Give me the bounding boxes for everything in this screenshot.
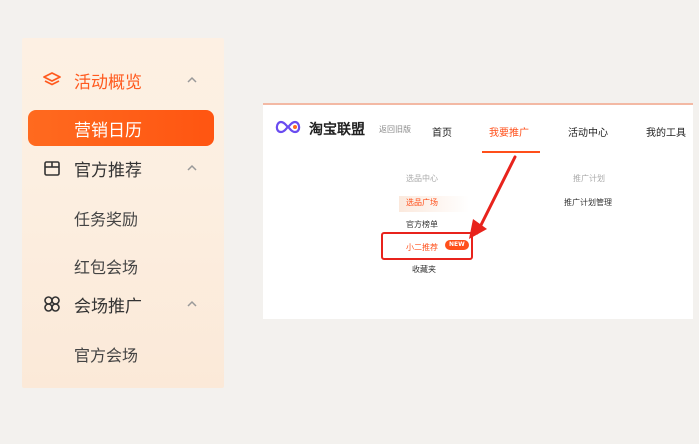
infinity-logo-icon (275, 120, 301, 134)
dropdown-column-title: 推广计划 (573, 174, 605, 183)
alimama-screenshot-panel: 淘宝联盟 返回旧版 首页 我要推广 活动中心 我的工具 选品中心 选品广场 官方… (263, 103, 693, 319)
return-old-version-link[interactable]: 返回旧版 (379, 124, 411, 135)
sidebar-group-label: 会场推广 (74, 296, 142, 317)
dropdown-item-plan-management[interactable]: 推广计划管理 (564, 197, 612, 208)
sidebar-item-marketing-calendar[interactable]: 营销日历 (28, 110, 214, 146)
top-navigation-bar: 淘宝联盟 返回旧版 首页 我要推广 活动中心 我的工具 (263, 105, 693, 155)
sidebar-item-red-packet-venue[interactable]: 红包会场 (74, 254, 138, 278)
nav-home[interactable]: 首页 (432, 124, 452, 139)
brand-name: 淘宝联盟 (309, 122, 365, 138)
dropdown-item-favorites[interactable]: 收藏夹 (412, 264, 436, 275)
sidebar-menu: 活动概览 营销日历 官方推荐 任务奖励 红包会场 会场推广 官方会场 (22, 38, 224, 388)
layers-icon (43, 72, 61, 86)
gift-box-icon (44, 161, 60, 176)
chevron-up-icon[interactable] (186, 74, 198, 86)
chevron-up-icon[interactable] (186, 162, 198, 174)
sidebar-item-task-reward[interactable]: 任务奖励 (74, 206, 138, 230)
sidebar-group-venue-promotion[interactable]: 会场推广 (22, 284, 224, 324)
sidebar-item-official-venue[interactable]: 官方会场 (74, 342, 138, 366)
annotation-arrow-icon (469, 155, 517, 239)
sidebar-item-label: 营销日历 (74, 120, 142, 141)
nav-activity-center[interactable]: 活动中心 (568, 124, 608, 139)
dropdown-column-title: 选品中心 (406, 174, 438, 183)
dropdown-item-official-rankings[interactable]: 官方榜单 (406, 219, 438, 230)
annotation-red-box (381, 232, 473, 260)
nav-my-tools[interactable]: 我的工具 (646, 124, 686, 139)
nav-promote[interactable]: 我要推广 (489, 124, 529, 139)
sidebar-group-official-recommend[interactable]: 官方推荐 (22, 148, 224, 188)
sidebar-group-label: 官方推荐 (74, 160, 142, 181)
chevron-up-icon[interactable] (186, 298, 198, 310)
dropdown-item-selection-square[interactable]: 选品广场 (406, 197, 438, 208)
sidebar-group-activity-overview[interactable]: 活动概览 (22, 60, 224, 100)
sidebar-group-label: 活动概览 (74, 72, 142, 93)
clover-icon (44, 296, 60, 312)
